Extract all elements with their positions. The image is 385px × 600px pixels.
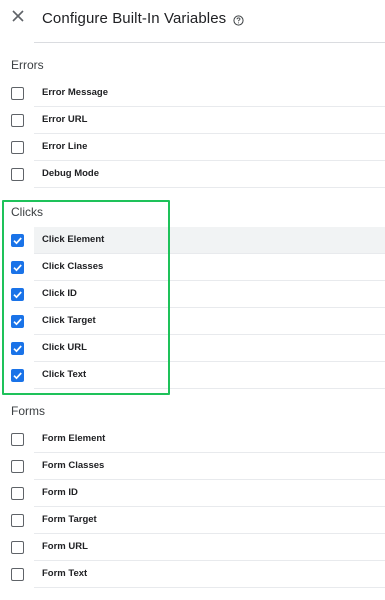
checkbox-error-message[interactable] [11, 87, 24, 100]
checkmark-icon [13, 237, 22, 245]
variable-label: Form Target [42, 514, 97, 525]
variable-row-form-id[interactable]: Form ID [0, 480, 385, 507]
variable-row-click-target[interactable]: Click Target [0, 308, 385, 335]
variable-row-error-message[interactable]: Error Message [0, 80, 385, 107]
checkmark-icon [13, 291, 22, 299]
variable-label: Click Element [42, 234, 105, 245]
section-title-forms: Forms [11, 404, 45, 418]
checkbox-form-id[interactable] [11, 487, 24, 500]
row-divider [34, 587, 385, 588]
variable-row-click-text[interactable]: Click Text [0, 362, 385, 389]
variable-label: Form ID [42, 487, 78, 498]
checkbox-click-id[interactable] [11, 288, 24, 301]
checkbox-click-element[interactable] [11, 234, 24, 247]
checkbox-click-text[interactable] [11, 369, 24, 382]
variable-row-error-line[interactable]: Error Line [0, 134, 385, 161]
checkmark-icon [13, 372, 22, 380]
checkbox-form-text[interactable] [11, 568, 24, 581]
variable-label: Form Classes [42, 460, 105, 471]
checkmark-icon [13, 345, 22, 353]
variable-row-click-id[interactable]: Click ID [0, 281, 385, 308]
variable-label: Click Target [42, 315, 96, 326]
section-title-clicks: Clicks [11, 205, 43, 219]
checkbox-click-target[interactable] [11, 315, 24, 328]
dialog-title-wrap: Configure Built-In Variables [42, 10, 244, 27]
header-divider [34, 42, 385, 43]
row-divider [34, 388, 385, 389]
dialog-title: Configure Built-In Variables [42, 10, 227, 27]
variable-label: Click Text [42, 369, 87, 380]
variable-row-click-classes[interactable]: Click Classes [0, 254, 385, 281]
variable-row-click-element[interactable]: Click Element [0, 227, 385, 254]
checkmark-icon [13, 264, 22, 272]
checkbox-error-url[interactable] [11, 114, 24, 127]
variable-row-click-url[interactable]: Click URL [0, 335, 385, 362]
variable-label: Form Element [42, 433, 106, 444]
close-icon[interactable] [9, 7, 27, 25]
checkbox-form-classes[interactable] [11, 460, 24, 473]
variable-row-form-text[interactable]: Form Text [0, 561, 385, 588]
variable-row-form-target[interactable]: Form Target [0, 507, 385, 534]
row-divider [34, 187, 385, 188]
variable-row-debug-mode[interactable]: Debug Mode [0, 161, 385, 188]
variable-label: Error Line [42, 141, 88, 152]
variable-row-form-classes[interactable]: Form Classes [0, 453, 385, 480]
variable-label: Click ID [42, 288, 77, 299]
variable-row-form-url[interactable]: Form URL [0, 534, 385, 561]
help-icon[interactable] [233, 13, 244, 26]
checkbox-form-target[interactable] [11, 514, 24, 527]
variable-row-form-element[interactable]: Form Element [0, 426, 385, 453]
checkbox-debug-mode[interactable] [11, 168, 24, 181]
checkbox-form-element[interactable] [11, 433, 24, 446]
variable-label: Form Text [42, 568, 88, 579]
variable-label: Form URL [42, 541, 88, 552]
variable-label: Error Message [42, 87, 109, 98]
variable-label: Click Classes [42, 261, 104, 272]
checkbox-error-line[interactable] [11, 141, 24, 154]
checkbox-click-classes[interactable] [11, 261, 24, 274]
dialog-header: Configure Built-In Variables [0, 0, 385, 40]
section-title-errors: Errors [11, 58, 44, 72]
variable-label: Click URL [42, 342, 87, 353]
variable-label: Error URL [42, 114, 88, 125]
checkbox-form-url[interactable] [11, 541, 24, 554]
checkbox-click-url[interactable] [11, 342, 24, 355]
variable-row-error-url[interactable]: Error URL [0, 107, 385, 134]
checkmark-icon [13, 318, 22, 326]
variable-label: Debug Mode [42, 168, 99, 179]
